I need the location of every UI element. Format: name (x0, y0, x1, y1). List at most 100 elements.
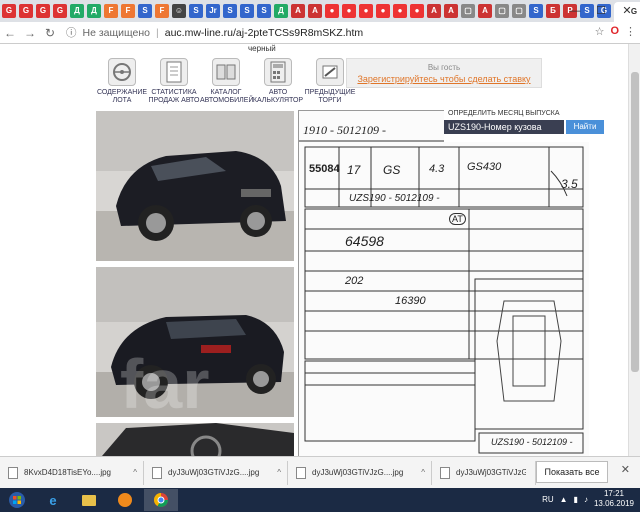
tab-favicon[interactable]: Б (546, 4, 560, 18)
car-photo-interior[interactable] (96, 423, 294, 456)
lot-number: 55084 (309, 163, 340, 175)
tab-favicon[interactable]: G (36, 4, 50, 18)
auction-sheet[interactable]: 1910 - 5012109 - 55084 17 GS 4.3 GS430 3… (298, 110, 589, 456)
tab-favicon[interactable]: Д (274, 4, 288, 18)
scrollbar-thumb[interactable] (631, 72, 639, 372)
show-all-button[interactable]: Показать все (536, 461, 608, 483)
close-window-button[interactable]: ✕ (614, 0, 640, 22)
start-button[interactable] (0, 488, 34, 512)
tab-favicon[interactable]: ▢ (512, 4, 526, 18)
footer-chassis: UZS190 - 5012109 - (491, 437, 573, 447)
tab-favicon[interactable]: A (478, 4, 492, 18)
model-lookup: ОПРЕДЕЛИТЬ МЕСЯЦ ВЫПУСКА UZS190-Номер ку… (444, 108, 610, 142)
find-button[interactable]: Найти (566, 120, 604, 134)
tab-favicon[interactable]: F (104, 4, 118, 18)
separator: | (156, 26, 159, 39)
tab-favicon[interactable]: ● (393, 4, 407, 18)
language-indicator[interactable]: RU (542, 495, 554, 504)
tab-favicon[interactable]: F (121, 4, 135, 18)
tab-favicon[interactable]: S (240, 4, 254, 18)
nav-lot-contents[interactable]: СОДЕРЖАНИЕ ЛОТА (96, 58, 148, 105)
chevron-up-icon[interactable]: ^ (133, 468, 137, 477)
download-item[interactable]: 8KvxD4D18TisEYo....jpg ^ (4, 460, 144, 485)
maximize-button[interactable]: ☐ (588, 0, 614, 22)
tab-favicon[interactable]: A (427, 4, 441, 18)
register-link[interactable]: Зарегистрируйтесь чтобы сделать ставку (347, 74, 541, 84)
tab-favicon[interactable]: S (529, 4, 543, 18)
volume-icon[interactable]: ♪ (584, 495, 588, 504)
chevron-up-icon[interactable]: ^ (277, 468, 281, 477)
tab-favicon[interactable]: ● (376, 4, 390, 18)
chassis: UZS190 - 5012109 - (349, 193, 440, 204)
clock-date: 13.06.2019 (593, 499, 634, 508)
color-text: черный (248, 44, 276, 53)
taskbar-explorer[interactable] (72, 489, 106, 511)
tab-favicon[interactable]: G (2, 4, 16, 18)
taskbar-media[interactable] (108, 489, 142, 511)
tab-favicon[interactable]: S (138, 4, 152, 18)
info-icon[interactable]: ⓘ (66, 25, 77, 40)
star-icon[interactable]: ☆ (595, 25, 605, 38)
tab-favicon[interactable]: A (291, 4, 305, 18)
car-photo-front[interactable] (96, 111, 294, 261)
url-text: auc.mw-line.ru/aj-2pteTCSs9R8mSKZ.htm (164, 26, 364, 39)
tab-favicon[interactable]: Д (87, 4, 101, 18)
tab-strip: G G G G Д Д F F S F ☺ S Jr S S S Д A A ● ● ● ● ● ● A A ▢ A ▢ ▢ S Б P S G G (0, 0, 640, 22)
tab-favicon[interactable]: S (189, 4, 203, 18)
clock-time: 17:21 (603, 489, 624, 498)
tab-favicon[interactable]: ● (410, 4, 424, 18)
tab-favicon[interactable]: ☺ (172, 4, 186, 18)
tab-favicon[interactable]: ▢ (461, 4, 475, 18)
steering-wheel-icon (108, 58, 136, 86)
file-icon (152, 466, 162, 479)
tab-favicon[interactable]: S (257, 4, 271, 18)
tab-favicon[interactable]: G (19, 4, 33, 18)
tab-favicon[interactable]: Д (70, 4, 84, 18)
tab-favicon[interactable]: A (308, 4, 322, 18)
clock[interactable]: 17:21 13.06.2019 (594, 489, 634, 509)
model-lookup-label: ОПРЕДЕЛИТЬ МЕСЯЦ ВЫПУСКА (448, 110, 560, 117)
download-filename: dyJ3uWj03GTiVJzG....jpg (168, 468, 260, 477)
tab-favicon[interactable]: ▢ (495, 4, 509, 18)
network-icon[interactable]: ▮ (574, 495, 578, 504)
reload-icon[interactable]: ↻ (40, 26, 60, 40)
nav-sales-stats[interactable]: СТАТИСТИКА ПРОДАЖ АВТО (148, 58, 200, 105)
guest-text: Вы гость (427, 63, 461, 72)
file-icon (8, 466, 18, 479)
tab-favicon[interactable]: ● (325, 4, 339, 18)
opera-icon[interactable]: O (610, 25, 619, 38)
system-tray: RU ▲ ▮ ♪ 17:21 13.06.2019 (542, 489, 634, 509)
taskbar-ie[interactable]: e (36, 489, 70, 511)
chassis-input[interactable]: UZS190-Номер кузова (444, 120, 564, 134)
download-item[interactable]: dyJ3uWj03GTiVJzG....jpg (436, 460, 536, 485)
chrome-icon (154, 493, 168, 507)
page-scrollbar[interactable] (628, 44, 640, 456)
tab-favicon[interactable]: F (155, 4, 169, 18)
nav-label: СОДЕРЖАНИЕ ЛОТА (96, 89, 148, 104)
tab-favicon[interactable]: G (53, 4, 67, 18)
download-filename: dyJ3uWj03GTiVJzG....jpg (456, 468, 526, 477)
minimize-button[interactable]: — (562, 0, 588, 22)
tab-favicon[interactable]: S (223, 4, 237, 18)
tab-favicon[interactable]: ● (359, 4, 373, 18)
chevron-up-icon[interactable]: ^ (421, 468, 425, 477)
address-bar[interactable]: ⓘ Не защищено | auc.mw-line.ru/aj-2pteTC… (66, 24, 536, 42)
file-icon (296, 466, 306, 479)
tab-favicon[interactable]: A (444, 4, 458, 18)
download-item[interactable]: dyJ3uWj03GTiVJzG....jpg ^ (292, 460, 432, 485)
tab-favicon[interactable]: ● (342, 4, 356, 18)
menu-icon[interactable]: ⋮ (625, 25, 636, 38)
back-icon[interactable]: ← (0, 26, 20, 40)
ie-icon: e (49, 492, 57, 508)
document-icon (160, 58, 188, 86)
gavel-icon (316, 58, 344, 86)
nav-calculator[interactable]: АВТО КАЛЬКУЛЯТОР (252, 58, 304, 105)
forward-icon[interactable]: → (20, 26, 40, 40)
tab-favicon[interactable]: Jr (206, 4, 220, 18)
download-item[interactable]: dyJ3uWj03GTiVJzG....jpg ^ (148, 460, 288, 485)
watermark-text: far (120, 345, 210, 423)
chevron-up-icon[interactable]: ▲ (560, 495, 568, 504)
nav-catalog[interactable]: КАТАЛОГ АВТОМОБИЛЕЙ (200, 58, 253, 105)
close-download-bar-icon[interactable]: ✕ (621, 463, 630, 476)
taskbar-chrome[interactable] (144, 489, 178, 511)
